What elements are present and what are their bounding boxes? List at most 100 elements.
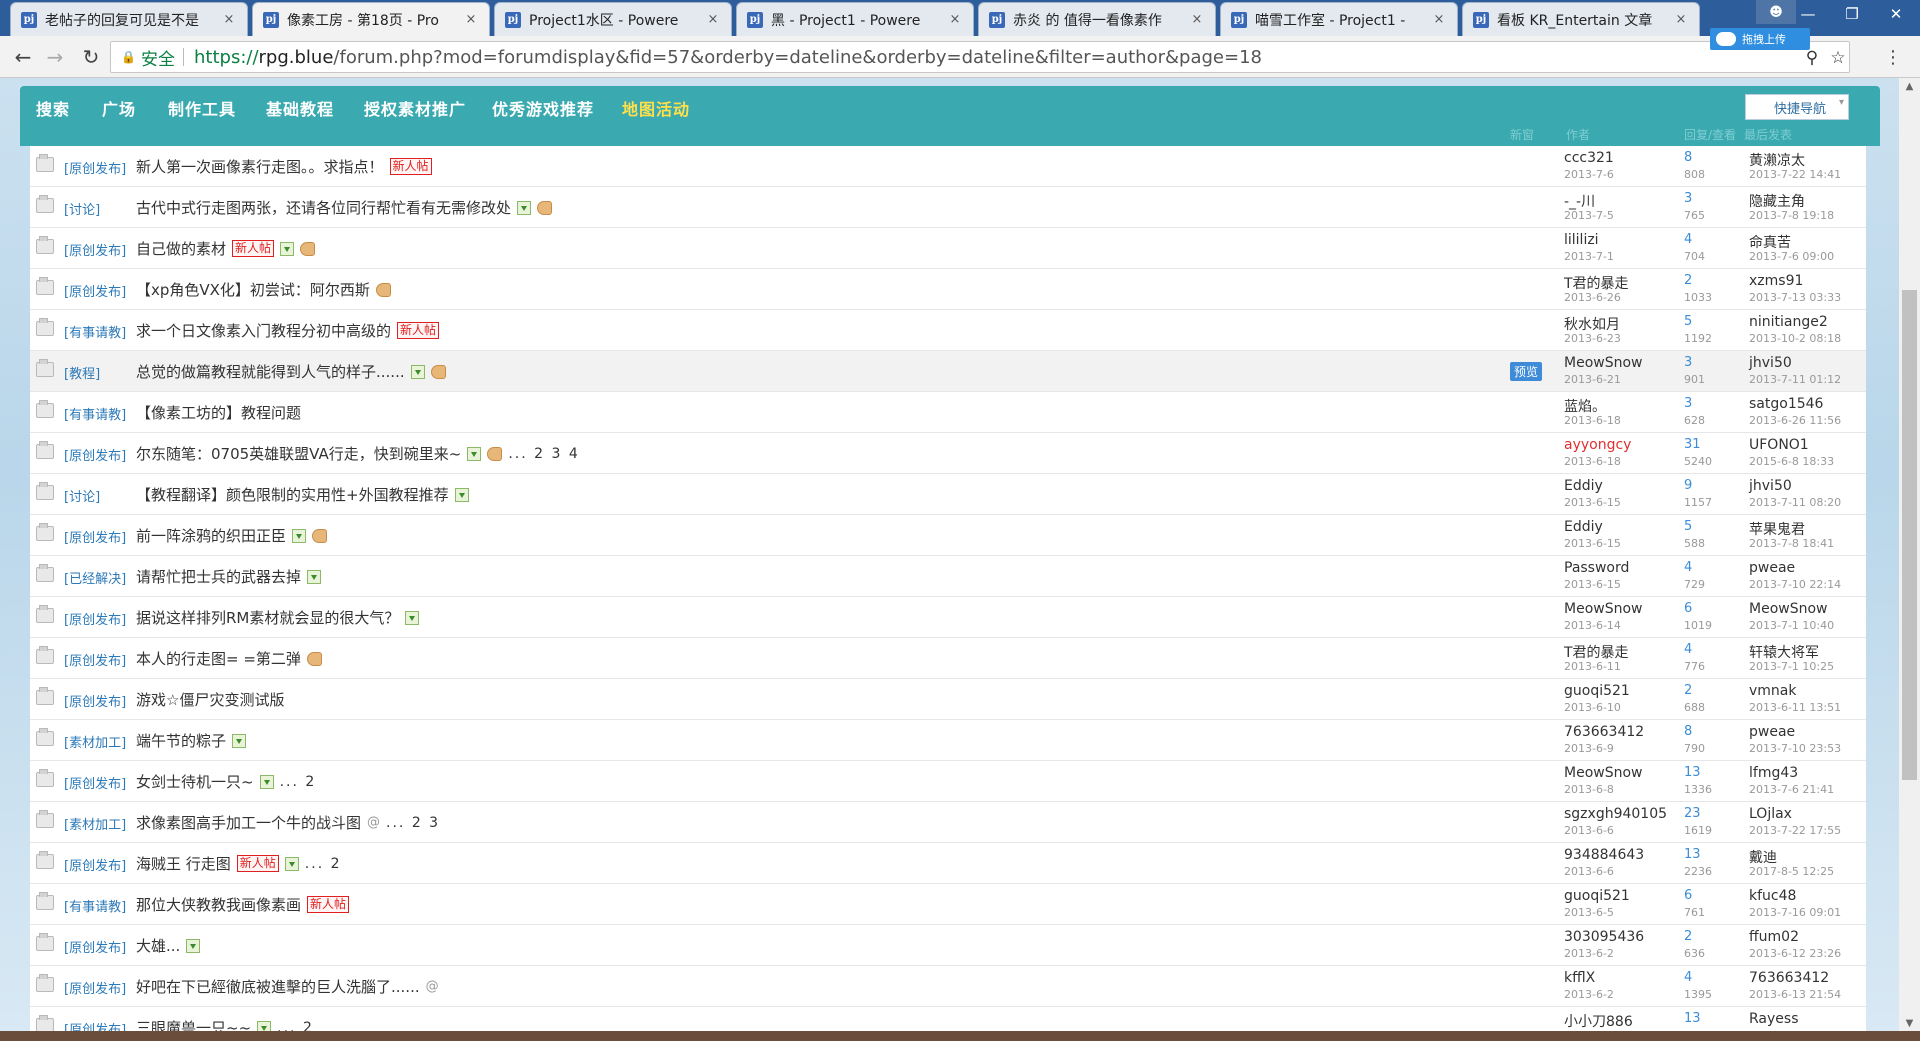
nav-item[interactable]: 广场 — [102, 96, 136, 120]
author-link[interactable]: MeowSnow — [1564, 601, 1642, 617]
reply-count[interactable]: 5 — [1684, 519, 1692, 534]
thread-row[interactable]: [原创发布] 据说这样排列RM素材就会显的很大气？ MeowSnow 2013-6-1… — [30, 597, 1866, 638]
thread-row[interactable]: [原创发布] 新人第一次画像素行走图。。求指点！ 新人帖 ccc321 2013-7-6… — [30, 146, 1866, 187]
reply-count[interactable]: 8 — [1684, 724, 1692, 739]
close-tab-icon[interactable]: × — [221, 12, 237, 27]
quick-nav-dropdown[interactable]: 快捷导航 ▾ — [1745, 94, 1849, 120]
close-tab-icon[interactable]: × — [1431, 12, 1447, 27]
reply-count[interactable]: 6 — [1684, 601, 1692, 616]
thread-title[interactable]: 求一个日文像素入门教程分初中高级的 新人帖 — [136, 320, 440, 341]
thread-row[interactable]: [原创发布] 【xp角色VX化】初尝试：阿尔西斯 T君的暴走 2013-6-26 2 10… — [30, 269, 1866, 310]
reply-count[interactable]: 2 — [1684, 683, 1692, 698]
thread-title-text[interactable]: 求像素图高手加工一个牛的战斗图 — [136, 812, 361, 833]
thread-title-text[interactable]: 总觉的做篇教程就能得到人气的样子...... — [136, 361, 405, 382]
thread-title-text[interactable]: 大雄... — [136, 935, 180, 956]
author-link[interactable]: 蓝焰。 — [1564, 396, 1606, 416]
thread-category[interactable]: [有事请教] — [64, 322, 126, 341]
thread-row[interactable]: [原创发布] 尔东随笔：0705英雄联盟VA行走，快到碗里来~ ... 2 3 4 a… — [30, 433, 1866, 474]
address-bar[interactable]: 🔒 安全 https://rpg.blue/forum.php?mod=foru… — [110, 41, 1850, 73]
thread-row[interactable]: [讨论] 【教程翻译】颜色限制的实用性+外国教程推荐 Eddiy 2013-6-15 9… — [30, 474, 1866, 515]
thread-category[interactable]: [已经解决] — [64, 568, 126, 587]
thread-row[interactable]: [原创发布] 游戏☆僵尸灾变测试版 guoqi521 2013-6-10 2 688 vmn… — [30, 679, 1866, 720]
reload-icon[interactable]: ↻ — [78, 44, 104, 70]
thread-row[interactable]: [原创发布] 大雄... 303095436 2013-6-2 2 636 ffum02 20… — [30, 925, 1866, 966]
nav-item[interactable]: 基础教程 — [266, 96, 334, 120]
author-link[interactable]: lililizi — [1564, 232, 1599, 248]
close-tab-icon[interactable]: × — [705, 12, 721, 27]
thread-row[interactable]: [有事请教] 那位大侠教教我画像素画 新人帖 guoqi521 2013-6-5 6 761… — [30, 884, 1866, 925]
thread-category[interactable]: [讨论] — [64, 486, 100, 505]
url-text[interactable]: https://rpg.blue/forum.php?mod=forumdisp… — [194, 47, 1262, 68]
author-link[interactable]: sgzxgh940105 — [1564, 806, 1667, 822]
thread-row[interactable]: [原创发布] 前一阵涂鸦的织田正臣 Eddiy 2013-6-15 5 588 苹果鬼君 20… — [30, 515, 1866, 556]
thread-row[interactable]: [素材加工] 求像素图高手加工一个牛的战斗图 @ ... 2 3 sgzxgh94010… — [30, 802, 1866, 843]
nav-item[interactable]: 搜索 — [36, 96, 70, 120]
last-post-date[interactable]: 2013-7-10 22:14 — [1749, 578, 1841, 591]
author-link[interactable]: -_-川 — [1564, 191, 1595, 211]
thread-category[interactable]: [教程] — [64, 363, 100, 382]
author-link[interactable]: guoqi521 — [1564, 683, 1630, 699]
scroll-down-icon[interactable]: ▼ — [1899, 1015, 1920, 1031]
thread-title-text[interactable]: 新人第一次画像素行走图。。求指点！ — [136, 156, 384, 177]
nav-item[interactable]: 优秀游戏推荐 — [492, 96, 594, 120]
last-post-date[interactable]: 2013-10-2 08:18 — [1749, 332, 1841, 345]
last-post-date[interactable]: 2015-6-8 18:33 — [1749, 455, 1834, 468]
last-poster-link[interactable]: vmnak — [1749, 683, 1796, 699]
thread-title-text[interactable]: 那位大侠教教我画像素画 — [136, 894, 301, 915]
last-poster-link[interactable]: 黄濑凉太 — [1749, 150, 1805, 170]
last-poster-link[interactable]: 戴迪 — [1749, 847, 1777, 867]
close-tab-icon[interactable]: × — [463, 12, 479, 27]
last-poster-link[interactable]: 命真苦 — [1749, 232, 1791, 252]
maximize-button[interactable]: ❐ — [1830, 0, 1874, 28]
thread-title[interactable]: 请帮忙把士兵的武器去掉 — [136, 566, 322, 587]
thread-page-links[interactable]: ... 2 3 — [386, 815, 440, 831]
thread-title[interactable]: 女剑士待机一只~ ... 2 — [136, 771, 316, 792]
thread-title-text[interactable]: 游戏☆僵尸灾变测试版 — [136, 689, 284, 710]
author-link[interactable]: kfflX — [1564, 970, 1595, 986]
thread-category[interactable]: [素材加工] — [64, 732, 126, 751]
browser-tab[interactable]: pj 看板 KR_Entertain 文章 × — [1462, 2, 1700, 36]
author-link[interactable]: ayyongcy — [1564, 437, 1631, 453]
thread-category[interactable]: [原创发布] — [64, 773, 126, 792]
last-poster-link[interactable]: lfmg43 — [1749, 765, 1798, 781]
thread-title[interactable]: 【像素工坊的】教程问题 — [136, 402, 301, 423]
reply-count[interactable]: 3 — [1684, 396, 1692, 411]
last-post-date[interactable]: 2013-7-6 21:41 — [1749, 783, 1834, 796]
author-link[interactable]: 763663412 — [1564, 724, 1644, 740]
thread-title-text[interactable]: 前一阵涂鸦的织田正臣 — [136, 525, 286, 546]
thread-title[interactable]: 本人的行走图= =第二弹 — [136, 648, 322, 669]
thread-category[interactable]: [有事请教] — [64, 896, 126, 915]
thread-title[interactable]: 游戏☆僵尸灾变测试版 — [136, 689, 284, 710]
thread-category[interactable]: [原创发布] — [64, 691, 126, 710]
thread-title-text[interactable]: 尔东随笔：0705英雄联盟VA行走，快到碗里来~ — [136, 443, 461, 464]
reply-count[interactable]: 6 — [1684, 888, 1692, 903]
thread-row[interactable]: [原创发布] 女剑士待机一只~ ... 2 MeowSnow 2013-6-8 13 133… — [30, 761, 1866, 802]
thread-category[interactable]: [讨论] — [64, 199, 100, 218]
forward-icon[interactable]: → — [42, 44, 68, 70]
scroll-up-icon[interactable]: ▲ — [1899, 78, 1920, 94]
close-window-button[interactable]: ✕ — [1874, 0, 1918, 28]
thread-category[interactable]: [原创发布] — [64, 281, 126, 300]
last-post-date[interactable]: 2013-7-10 23:53 — [1749, 742, 1841, 755]
thread-title-text[interactable]: 古代中式行走图两张，还请各位同行帮忙看有无需修改处 — [136, 197, 511, 218]
thread-row[interactable]: [原创发布] 好吧在下已經徹底被進擊的巨人洗腦了...... @ kfflX 2013-… — [30, 966, 1866, 1007]
last-poster-link[interactable]: jhvi50 — [1749, 478, 1792, 494]
last-poster-link[interactable]: 苹果鬼君 — [1749, 519, 1805, 539]
thread-category[interactable]: [有事请教] — [64, 404, 126, 423]
reply-count[interactable]: 3 — [1684, 355, 1692, 370]
author-link[interactable]: MeowSnow — [1564, 355, 1642, 371]
last-post-date[interactable]: 2013-7-22 17:55 — [1749, 824, 1841, 837]
preview-button[interactable]: 预览 — [1510, 362, 1543, 381]
thread-row[interactable]: [讨论] 古代中式行走图两张，还请各位同行帮忙看有无需修改处 -_-川 2013-7-… — [30, 187, 1866, 228]
nav-item[interactable]: 制作工具 — [168, 96, 236, 120]
thread-row[interactable]: [原创发布] 自己做的素材 新人帖 lililizi 2013-7-1 4 704 命真苦 20… — [30, 228, 1866, 269]
author-link[interactable]: 303095436 — [1564, 929, 1644, 945]
thread-title[interactable]: 大雄... — [136, 935, 201, 956]
reply-count[interactable]: 4 — [1684, 232, 1692, 247]
author-link[interactable]: Eddiy — [1564, 478, 1603, 494]
reply-count[interactable]: 13 — [1684, 847, 1701, 862]
reply-count[interactable]: 8 — [1684, 150, 1692, 165]
last-poster-link[interactable]: xzms91 — [1749, 273, 1803, 289]
author-link[interactable]: MeowSnow — [1564, 765, 1642, 781]
last-poster-link[interactable]: UFONO1 — [1749, 437, 1809, 453]
